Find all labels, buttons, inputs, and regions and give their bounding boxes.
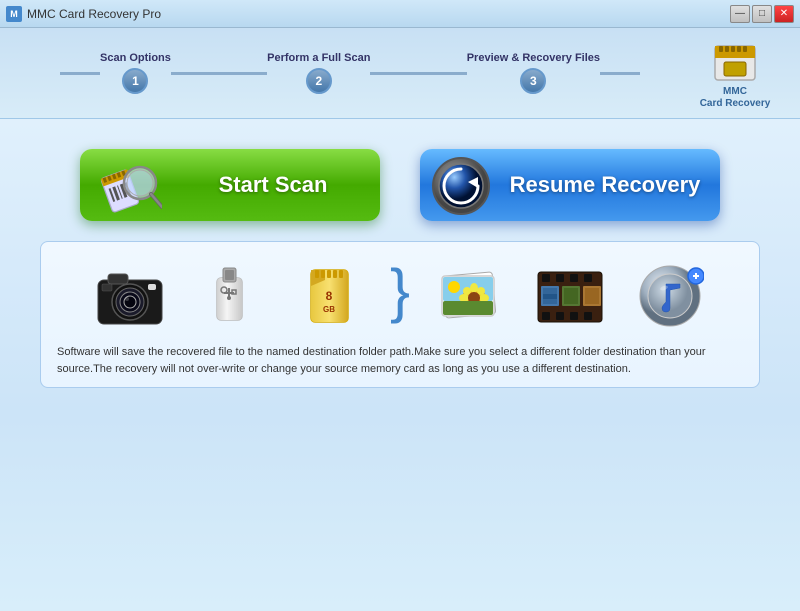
film-svg [534, 262, 606, 330]
time-machine-icon [430, 155, 492, 217]
close-button[interactable]: ✕ [774, 5, 794, 23]
photo-svg [434, 260, 506, 332]
camera-svg [94, 262, 166, 330]
step-3: Preview & Recovery Files 3 [467, 52, 600, 94]
minimize-button[interactable]: — [730, 5, 750, 23]
photos-icon [430, 256, 510, 336]
icons-row: 8 GB } [57, 256, 743, 336]
main-content: Start Scan [0, 119, 800, 611]
start-scan-label: Start Scan [176, 172, 380, 198]
step-3-circle: 3 [520, 68, 546, 94]
line-seg-1-2 [171, 72, 267, 75]
svg-text:8: 8 [326, 289, 333, 303]
window-controls: — □ ✕ [730, 5, 794, 23]
svg-text:GB: GB [323, 305, 335, 314]
app-icon: M [6, 6, 22, 22]
scan-icon [100, 155, 160, 215]
step-1-circle: 1 [122, 68, 148, 94]
step-2-number: 2 [315, 74, 322, 88]
resume-recovery-label: Resume Recovery [500, 172, 720, 198]
bottom-panel: 8 GB } [40, 241, 760, 388]
usb-drive-icon [190, 256, 270, 336]
sd-card-icon: 8 GB [290, 256, 370, 336]
logo-area: MMC MMC Card Recovery [690, 36, 780, 110]
steps-wrapper: Scan Options 1 Perform a Full Scan 2 Pre… [20, 52, 690, 94]
step-3-number: 3 [530, 74, 537, 88]
step-1-label: Scan Options [100, 52, 171, 64]
film-strip-icon [530, 256, 610, 336]
start-scan-button[interactable]: Start Scan [80, 149, 380, 221]
logo-icon: MMC [707, 36, 763, 86]
step-2-label: Perform a Full Scan [267, 52, 370, 64]
window-title: MMC Card Recovery Pro [27, 7, 730, 21]
logo-text: MMC Card Recovery [700, 86, 771, 110]
resume-icon [430, 155, 490, 215]
arrow-brace: } [390, 261, 410, 321]
step-2-circle: 2 [306, 68, 332, 94]
sd-svg: 8 GB [297, 260, 362, 332]
resume-recovery-button[interactable]: Resume Recovery [420, 149, 720, 221]
camera-icon [90, 256, 170, 336]
buttons-row: Start Scan [40, 149, 760, 221]
music-svg [636, 262, 704, 330]
line-seg-right [600, 72, 640, 75]
maximize-button[interactable]: □ [752, 5, 772, 23]
line-seg-2-3 [370, 72, 466, 75]
music-note-icon [630, 256, 710, 336]
line-seg-left [60, 72, 100, 75]
magnifier-barcode-icon [100, 155, 162, 217]
step-1-number: 1 [132, 74, 139, 88]
bottom-description: Software will save the recovered file to… [57, 344, 743, 377]
step-3-label: Preview & Recovery Files [467, 52, 600, 64]
steps-inner: Scan Options 1 Perform a Full Scan 2 Pre… [60, 52, 640, 94]
progress-area: Scan Options 1 Perform a Full Scan 2 Pre… [0, 28, 800, 119]
title-bar: M MMC Card Recovery Pro — □ ✕ [0, 0, 800, 28]
step-1: Scan Options 1 [100, 52, 171, 94]
step-2: Perform a Full Scan 2 [267, 52, 370, 94]
usb-svg [197, 260, 262, 332]
